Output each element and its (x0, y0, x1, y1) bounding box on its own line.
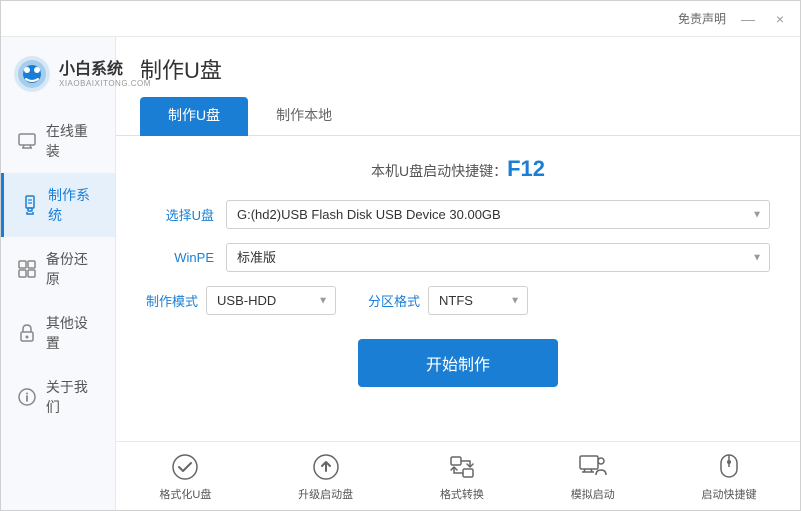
toolbar-label-simulate-boot: 模拟启动 (571, 486, 615, 502)
title-bar-controls: 免责声明 — × (678, 10, 790, 27)
select-make-mode[interactable]: USB-HDD (206, 286, 336, 315)
tab-make-usb[interactable]: 制作U盘 (140, 97, 248, 136)
select-partition-format[interactable]: NTFS (428, 286, 528, 315)
title-bar: 免责声明 — × (1, 1, 800, 37)
sidebar-item-other-settings[interactable]: 其他设置 (1, 301, 115, 365)
upload-circle-icon (311, 452, 341, 482)
select-winpe-wrapper: 标准版 ▼ (226, 243, 770, 272)
toolbar-label-boot-shortcut: 启动快捷键 (702, 486, 757, 502)
main-content: 小白系统 XIAOBAIXITONG.COM 在线重装 (1, 37, 800, 510)
monitor-person-icon (578, 452, 608, 482)
shortcut-key: F12 (507, 156, 545, 181)
close-button[interactable]: × (770, 11, 790, 27)
sidebar-label-backup-restore: 备份还原 (46, 249, 99, 289)
toolbar-item-format-usb[interactable]: 格式化U盘 (159, 452, 211, 502)
label-select-usb: 选择U盘 (146, 205, 214, 224)
select-mode-wrapper: USB-HDD ▼ (206, 286, 336, 315)
shortcut-hint: 本机U盘启动快捷键：F12 (146, 156, 770, 182)
shortcut-hint-text: 本机U盘启动快捷键： (371, 163, 507, 179)
sidebar-label-make-system: 制作系统 (48, 185, 99, 225)
sidebar-item-make-system[interactable]: 制作系统 (1, 173, 115, 237)
main-window: 免责声明 — × 小白系统 XIAOBAIXITONG.COM (0, 0, 801, 511)
logo-area: 小白系统 XIAOBAIXITONG.COM (1, 47, 115, 109)
select-partition-wrapper: NTFS ▼ (428, 286, 528, 315)
sidebar: 小白系统 XIAOBAIXITONG.COM 在线重装 (1, 37, 116, 510)
sidebar-item-backup-restore[interactable]: 备份还原 (1, 237, 115, 301)
form-row-usb: 选择U盘 G:(hd2)USB Flash Disk USB Device 30… (146, 200, 770, 229)
form-group-mode: 制作模式 USB-HDD ▼ (146, 286, 336, 315)
sidebar-item-about-us[interactable]: 关于我们 (1, 365, 115, 429)
content-body: 本机U盘启动快捷键：F12 选择U盘 G:(hd2)USB Flash Disk… (116, 136, 800, 441)
tabs: 制作U盘 制作本地 (140, 97, 776, 135)
content-header: 制作U盘 制作U盘 制作本地 (116, 37, 800, 136)
lock-icon (17, 322, 38, 344)
toolbar-item-upgrade-boot[interactable]: 升级启动盘 (298, 452, 353, 502)
select-usb[interactable]: G:(hd2)USB Flash Disk USB Device 30.00GB (226, 200, 770, 229)
form-row-mode: 制作模式 USB-HDD ▼ 分区格式 NTFS ▼ (146, 286, 770, 315)
tab-make-local[interactable]: 制作本地 (248, 97, 360, 136)
usb-icon (20, 194, 40, 216)
logo-icon (13, 55, 51, 93)
bottom-toolbar: 格式化U盘 升级启动盘 (116, 441, 800, 510)
toolbar-item-boot-shortcut[interactable]: 启动快捷键 (702, 452, 757, 502)
free-statement-link[interactable]: 免责声明 (678, 10, 726, 27)
grid-icon (17, 258, 38, 280)
label-make-mode: 制作模式 (146, 291, 198, 310)
start-make-button[interactable]: 开始制作 (358, 339, 558, 387)
sidebar-label-about-us: 关于我们 (46, 377, 99, 417)
mouse-icon (714, 452, 744, 482)
content-area: 制作U盘 制作U盘 制作本地 本机U盘启动快捷键：F12 选择U盘 G:(hd2… (116, 37, 800, 510)
info-icon (17, 386, 38, 408)
toolbar-item-simulate-boot[interactable]: 模拟启动 (571, 452, 615, 502)
select-winpe[interactable]: 标准版 (226, 243, 770, 272)
minimize-button[interactable]: — (738, 11, 758, 27)
sidebar-item-online-reinstall[interactable]: 在线重装 (1, 109, 115, 173)
page-title: 制作U盘 (140, 53, 776, 85)
sidebar-label-other-settings: 其他设置 (46, 313, 99, 353)
label-partition-format: 分区格式 (368, 291, 420, 310)
toolbar-item-format-convert[interactable]: 格式转换 (440, 452, 484, 502)
toolbar-label-format-convert: 格式转换 (440, 486, 484, 502)
convert-icon (447, 452, 477, 482)
toolbar-label-upgrade-boot: 升级启动盘 (298, 486, 353, 502)
select-usb-wrapper: G:(hd2)USB Flash Disk USB Device 30.00GB… (226, 200, 770, 229)
toolbar-label-format-usb: 格式化U盘 (159, 486, 211, 502)
label-winpe: WinPE (146, 250, 214, 265)
monitor-icon (17, 130, 38, 152)
form-group-partition: 分区格式 NTFS ▼ (368, 286, 528, 315)
checkmark-circle-icon (170, 452, 200, 482)
sidebar-label-online-reinstall: 在线重装 (46, 121, 99, 161)
form-row-winpe: WinPE 标准版 ▼ (146, 243, 770, 272)
